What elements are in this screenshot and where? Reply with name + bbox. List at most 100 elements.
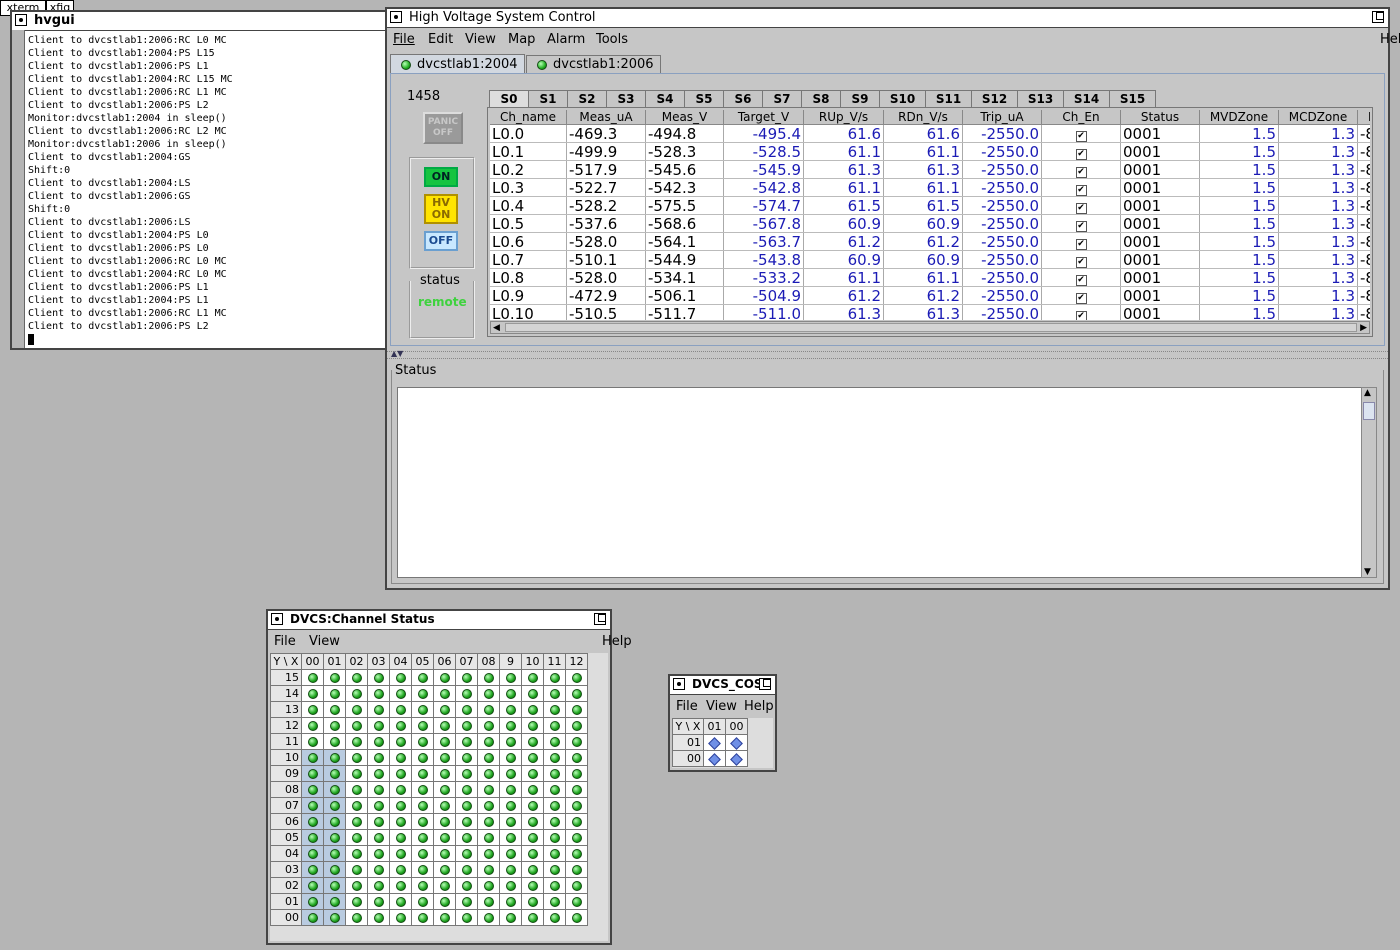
channel-cell[interactable] bbox=[499, 765, 522, 782]
channel-cell[interactable] bbox=[521, 877, 544, 894]
split-pane-divider[interactable]: ▲▼ bbox=[387, 349, 1388, 359]
channel-cell[interactable] bbox=[411, 797, 434, 814]
column-header[interactable]: Trip_uA bbox=[962, 110, 1042, 125]
maximize-icon[interactable] bbox=[594, 613, 606, 625]
channel-cell[interactable] bbox=[367, 877, 390, 894]
channel-cell[interactable] bbox=[477, 701, 500, 718]
channel-cell[interactable] bbox=[521, 749, 544, 766]
channel-cell[interactable] bbox=[301, 701, 324, 718]
channel-cell[interactable] bbox=[301, 717, 324, 734]
channel-cell[interactable] bbox=[565, 909, 588, 926]
channel-cell[interactable] bbox=[389, 749, 412, 766]
channel-cell[interactable] bbox=[367, 893, 390, 910]
channel-cell[interactable] bbox=[411, 733, 434, 750]
checkbox-checked-icon[interactable]: ✔ bbox=[1075, 221, 1087, 232]
channel-cell[interactable] bbox=[499, 813, 522, 830]
channel-cell[interactable] bbox=[543, 813, 566, 830]
channel-cell[interactable] bbox=[301, 813, 324, 830]
channel-cell[interactable] bbox=[323, 877, 346, 894]
channel-cell[interactable] bbox=[521, 701, 544, 718]
channel-cell[interactable] bbox=[389, 893, 412, 910]
channel-cell[interactable] bbox=[345, 829, 368, 846]
terminal-scrollbar[interactable] bbox=[12, 30, 25, 348]
channel-cell[interactable] bbox=[477, 685, 500, 702]
checkbox-checked-icon[interactable]: ✔ bbox=[1075, 257, 1087, 268]
channel-cell[interactable] bbox=[521, 797, 544, 814]
channel-cell[interactable] bbox=[345, 733, 368, 750]
status-text-area[interactable] bbox=[397, 387, 1363, 578]
channel-cell[interactable] bbox=[565, 701, 588, 718]
channel-cell[interactable] bbox=[499, 669, 522, 686]
channel-cell[interactable] bbox=[323, 765, 346, 782]
table-row[interactable]: L0.6 -528.0 -564.1 -563.7 61.2 61.2 -2550.0 ✔ 00… bbox=[490, 232, 1370, 251]
channel-cell[interactable] bbox=[521, 813, 544, 830]
table-row[interactable]: L0.8 -528.0 -534.1 -533.2 61.1 61.1 -2550.0 ✔ 00… bbox=[490, 268, 1370, 287]
column-header[interactable]: MVDZone bbox=[1199, 110, 1279, 125]
channel-cell[interactable] bbox=[499, 829, 522, 846]
channel-cell[interactable] bbox=[543, 797, 566, 814]
channel-cell[interactable] bbox=[565, 685, 588, 702]
channel-cell[interactable] bbox=[301, 893, 324, 910]
slot-tab-s4[interactable]: S4 bbox=[645, 90, 685, 107]
slot-tab-s9[interactable]: S9 bbox=[840, 90, 880, 107]
table-row[interactable]: L0.0 -469.3 -494.8 -495.4 61.6 61.6 -2550.0 ✔ 00… bbox=[490, 124, 1370, 143]
column-header[interactable]: RUp_V/s bbox=[803, 110, 884, 125]
channel-cell[interactable] bbox=[345, 669, 368, 686]
channel-cell[interactable] bbox=[389, 717, 412, 734]
checkbox-checked-icon[interactable]: ✔ bbox=[1075, 167, 1087, 178]
channel-cell[interactable] bbox=[345, 845, 368, 862]
channel-cell[interactable] bbox=[301, 765, 324, 782]
channel-cell[interactable] bbox=[345, 717, 368, 734]
channel-cell[interactable] bbox=[345, 877, 368, 894]
slot-tab-s7[interactable]: S7 bbox=[762, 90, 802, 107]
channel-cell[interactable] bbox=[345, 797, 368, 814]
channel-cell[interactable] bbox=[345, 909, 368, 926]
channel-cell[interactable] bbox=[543, 845, 566, 862]
channel-cell[interactable] bbox=[433, 893, 456, 910]
channel-enable-cell[interactable]: ✔ bbox=[1041, 304, 1121, 320]
channel-cell[interactable] bbox=[433, 877, 456, 894]
channel-cell[interactable] bbox=[477, 909, 500, 926]
channel-cell[interactable] bbox=[565, 893, 588, 910]
column-header[interactable]: RDn_V/s bbox=[883, 110, 963, 125]
channel-cell[interactable] bbox=[323, 845, 346, 862]
channel-cell[interactable] bbox=[543, 829, 566, 846]
channel-cell[interactable] bbox=[411, 845, 434, 862]
channel-cell[interactable] bbox=[477, 845, 500, 862]
scroll-right-icon[interactable]: ▶ bbox=[1360, 323, 1367, 333]
channel-cell[interactable] bbox=[521, 829, 544, 846]
channel-cell[interactable] bbox=[565, 733, 588, 750]
table-row[interactable]: L0.1 -499.9 -528.3 -528.5 61.1 61.1 -2550.0 ✔ 00… bbox=[490, 142, 1370, 161]
channel-cell[interactable] bbox=[703, 734, 726, 751]
channel-cell[interactable] bbox=[521, 717, 544, 734]
channel-cell[interactable] bbox=[345, 813, 368, 830]
channel-cell[interactable] bbox=[477, 813, 500, 830]
channel-cell[interactable] bbox=[367, 749, 390, 766]
channel-cell[interactable] bbox=[433, 701, 456, 718]
panic-off-button[interactable]: PANIC OFF bbox=[423, 112, 463, 144]
slot-tab-s5[interactable]: S5 bbox=[684, 90, 724, 107]
channel-cell[interactable] bbox=[301, 733, 324, 750]
channel-cell[interactable] bbox=[301, 845, 324, 862]
channel-cell[interactable] bbox=[389, 877, 412, 894]
channel-cell[interactable] bbox=[455, 765, 478, 782]
channel-cell[interactable] bbox=[323, 797, 346, 814]
channel-cell[interactable] bbox=[345, 781, 368, 798]
channel-cell[interactable] bbox=[499, 909, 522, 926]
channel-cell[interactable] bbox=[543, 781, 566, 798]
channel-cell[interactable] bbox=[367, 797, 390, 814]
channel-cell[interactable] bbox=[455, 733, 478, 750]
slot-tab-s8[interactable]: S8 bbox=[801, 90, 841, 107]
server-tab-2006[interactable]: dvcstlab1:2006 bbox=[526, 55, 661, 73]
table-row[interactable]: L0.5 -537.6 -568.6 -567.8 60.9 60.9 -2550.0 ✔ 00… bbox=[490, 214, 1370, 233]
table-row[interactable]: L0.9 -472.9 -506.1 -504.9 61.2 61.2 -2550.0 ✔ 00… bbox=[490, 286, 1370, 305]
channel-cell[interactable] bbox=[367, 669, 390, 686]
channel-cell[interactable] bbox=[323, 749, 346, 766]
channel-cell[interactable] bbox=[301, 749, 324, 766]
channel-cell[interactable] bbox=[345, 893, 368, 910]
channel-cell[interactable] bbox=[367, 765, 390, 782]
hv-on-button[interactable]: HV ON bbox=[424, 194, 458, 224]
scroll-thumb[interactable] bbox=[1363, 402, 1375, 420]
channel-enable-cell[interactable]: ✔ bbox=[1041, 142, 1121, 161]
channel-enable-cell[interactable]: ✔ bbox=[1041, 214, 1121, 233]
